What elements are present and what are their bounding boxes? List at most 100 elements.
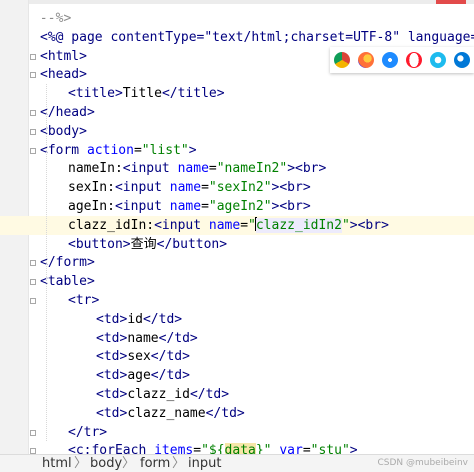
code-token: data — [224, 443, 256, 454]
top-tab-strip — [0, 0, 474, 4]
code-token: name — [169, 199, 202, 214]
code-line[interactable]: ageIn:<input name="ageIn2"><br> — [0, 197, 474, 216]
edge-icon[interactable] — [454, 52, 470, 68]
code-token: </td> — [205, 405, 245, 421]
code-token: clazz_id — [127, 387, 190, 402]
fold-marker-icon[interactable] — [30, 53, 36, 60]
code-line[interactable]: <table> — [0, 272, 474, 291]
code-line[interactable]: --%> — [0, 9, 474, 28]
code-line[interactable]: <button>查询</button> — [0, 235, 474, 254]
code-token: clazz_idIn2 — [255, 217, 342, 233]
code-token: <head> — [40, 67, 87, 83]
code-line-text: <head> — [40, 65, 87, 84]
code-token: nameIn: — [68, 161, 123, 177]
code-token: ><br> — [271, 199, 311, 214]
code-token: " — [341, 217, 350, 233]
code-line-text: <body> — [40, 122, 87, 141]
code-line-text: <td>sex</td> — [96, 347, 190, 366]
code-token: <input — [114, 180, 170, 196]
code-token: --%> — [40, 11, 72, 26]
code-token: sexIn: — [68, 180, 115, 196]
fold-marker-icon[interactable] — [30, 429, 36, 436]
code-line[interactable]: <td>name</td> — [0, 329, 474, 348]
fold-marker-icon[interactable] — [30, 260, 36, 267]
code-token: </title> — [161, 86, 225, 102]
code-token: <input — [114, 199, 170, 214]
indent-guide — [46, 84, 47, 442]
code-line[interactable]: </form> — [0, 253, 474, 272]
code-line-text: <%@ page contentType="text/html;charset=… — [40, 28, 474, 47]
chrome-icon[interactable] — [334, 52, 350, 68]
code-token: = — [240, 217, 249, 233]
code-line[interactable]: clazz_idIn:<input name="clazz_idIn2"><br… — [0, 215, 474, 235]
code-line[interactable]: <td>age</td> — [0, 366, 474, 385]
firefox-icon[interactable] — [358, 52, 374, 68]
code-line-text: <td>age</td> — [96, 366, 190, 385]
safari-icon[interactable] — [382, 52, 398, 68]
code-line[interactable]: <form action="list"> — [0, 141, 474, 160]
code-token: "nameIn2" — [216, 161, 288, 177]
code-token: </td> — [150, 368, 190, 384]
code-line-text: <button>查询</button> — [68, 235, 227, 254]
code-line[interactable]: <body> — [0, 122, 474, 141]
code-line[interactable]: </head> — [0, 103, 474, 122]
breadcrumb-form[interactable]: form — [140, 456, 170, 472]
fold-marker-icon[interactable] — [30, 72, 36, 79]
code-token: > — [188, 142, 197, 158]
code-token: <button> — [68, 236, 131, 252]
code-line[interactable]: nameIn:<input name="nameIn2"><br> — [0, 159, 474, 178]
code-line[interactable]: <td>clazz_id</td> — [0, 385, 474, 404]
code-line[interactable]: <c:forEach items="${data}" var="stu"> — [0, 441, 474, 454]
fold-marker-icon[interactable] — [30, 298, 36, 304]
code-line[interactable]: <title>Title</title> — [0, 84, 474, 103]
code-line-text: <td>clazz_id</td> — [96, 385, 229, 404]
code-line[interactable]: <td>id</td> — [0, 310, 474, 329]
code-line-text: <table> — [40, 272, 95, 291]
code-token: <td> — [96, 330, 128, 346]
code-token: = — [201, 199, 209, 214]
opera-icon[interactable] — [406, 52, 422, 68]
fold-marker-icon[interactable] — [30, 128, 36, 135]
code-token: "stu" — [310, 443, 350, 454]
code-token: id — [127, 311, 143, 327]
code-line-text: <tr> — [68, 291, 99, 310]
code-token: <td> — [96, 311, 128, 327]
code-line-text: <c:forEach items="${data}" var="stu"> — [68, 441, 358, 454]
code-token: name — [169, 180, 202, 196]
code-token: items — [154, 443, 194, 454]
code-line-text: nameIn:<input name="nameIn2"><br> — [68, 159, 326, 178]
fold-marker-icon[interactable] — [30, 147, 36, 154]
breadcrumb-input[interactable]: input — [188, 456, 221, 472]
code-line-text: sexIn:<input name="sexIn2"><br> — [68, 178, 311, 197]
code-line[interactable]: <td>sex</td> — [0, 347, 474, 366]
code-token: <tr> — [68, 293, 100, 308]
code-line[interactable]: <tr> — [0, 291, 474, 310]
code-token: sex — [127, 349, 151, 365]
breadcrumb-body[interactable]: body — [90, 456, 122, 472]
code-token: </td> — [189, 387, 230, 402]
code-line[interactable]: </tr> — [0, 423, 474, 442]
code-line-text: clazz_idIn:<input name="clazz_idIn2"><br… — [68, 216, 389, 235]
code-editor[interactable]: --%> <%@ page contentType="text/html;char… — [0, 0, 474, 454]
code-line-text: <td>clazz_name</td> — [96, 404, 245, 423]
code-token: ageIn: — [68, 199, 115, 214]
code-line-text: <html> — [40, 47, 87, 66]
code-token: 查询 — [130, 236, 157, 252]
code-line[interactable]: <%@ page contentType="text/html;charset=… — [0, 28, 474, 47]
code-token: age — [127, 368, 151, 384]
ie-icon[interactable] — [430, 52, 446, 68]
breadcrumb-html[interactable]: html — [42, 456, 72, 472]
code-token: name — [177, 161, 209, 177]
code-line[interactable]: sexIn:<input name="sexIn2"><br> — [0, 178, 474, 197]
fold-marker-icon[interactable] — [30, 279, 36, 286]
fold-marker-icon[interactable] — [30, 110, 36, 116]
code-token: }" — [255, 443, 272, 454]
code-token: clazz_idIn: — [68, 217, 155, 233]
code-token: = — [208, 161, 217, 177]
code-token: </td> — [158, 330, 198, 346]
code-token: <table> — [40, 274, 95, 290]
code-line[interactable]: <td>clazz_name</td> — [0, 404, 474, 423]
code-token: <title> — [68, 86, 123, 102]
code-token: <c:forEach — [68, 443, 155, 454]
code-token: action — [86, 142, 134, 158]
